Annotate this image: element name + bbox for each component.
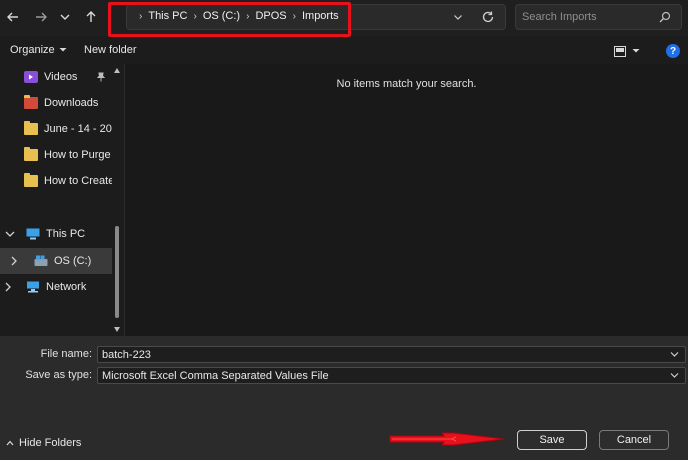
- save-type-label: Save as type:: [25, 369, 92, 381]
- search-input[interactable]: [522, 9, 652, 25]
- save-button[interactable]: Save: [517, 430, 587, 450]
- navigation-bar: › This PC › OS (C:) › DPOS › Imports: [0, 0, 688, 37]
- save-type-select[interactable]: Microsoft Excel Comma Separated Values F…: [97, 367, 686, 384]
- organize-button[interactable]: Organize: [10, 44, 67, 56]
- sidebar-item-this-pc[interactable]: This PC: [0, 221, 112, 247]
- sidebar-item-label: This PC: [46, 228, 86, 240]
- view-pane-icon: [614, 45, 626, 57]
- sidebar-item-label: June - 14 - 2025: [44, 123, 112, 135]
- chevron-down-icon: [59, 48, 67, 52]
- folder-icon: [24, 173, 38, 187]
- address-history-chevron-icon[interactable]: [453, 12, 463, 22]
- chevron-right-icon[interactable]: [8, 255, 20, 267]
- this-pc-icon: [26, 228, 40, 240]
- up-arrow-icon[interactable]: [80, 6, 102, 28]
- help-icon[interactable]: ?: [666, 44, 680, 58]
- red-arrow-annotation-icon: [389, 432, 505, 446]
- drive-icon: [34, 255, 48, 266]
- chevron-down-icon: [632, 49, 640, 53]
- sidebar-item-label: How to Create E: [44, 175, 112, 187]
- sidebar-item-how-to-purge[interactable]: How to Purge a: [0, 142, 112, 168]
- chevron-down-icon[interactable]: [670, 350, 679, 359]
- sidebar-item-downloads[interactable]: Downloads: [0, 90, 112, 116]
- chevron-down-icon[interactable]: [670, 371, 679, 380]
- pin-icon[interactable]: [97, 72, 105, 82]
- hide-folders-toggle[interactable]: Hide Folders: [6, 437, 81, 449]
- scroll-up-arrow-icon[interactable]: [114, 68, 120, 73]
- new-folder-button[interactable]: New folder: [84, 44, 137, 56]
- forward-arrow-icon[interactable]: [30, 6, 52, 28]
- empty-results-message: No items match your search.: [336, 78, 477, 90]
- navigation-pane: Videos Downloads June - 14 - 2025 How to…: [0, 64, 124, 336]
- search-box[interactable]: [515, 4, 682, 30]
- sidebar-item-videos[interactable]: Videos: [0, 64, 112, 90]
- refresh-icon[interactable]: [481, 10, 495, 24]
- scroll-down-arrow-icon[interactable]: [114, 327, 120, 332]
- save-panel: File name: Save as type: Microsoft Excel…: [0, 336, 688, 460]
- search-icon[interactable]: [659, 11, 671, 23]
- hide-folders-label: Hide Folders: [19, 437, 82, 449]
- sidebar-item-os-drive[interactable]: OS (C:): [0, 248, 112, 274]
- sidebar-scrollbar[interactable]: [112, 64, 122, 336]
- sidebar-item-label: OS (C:): [54, 255, 92, 267]
- sidebar-item-network[interactable]: Network: [0, 274, 112, 300]
- network-icon: [27, 281, 39, 293]
- save-type-value: Microsoft Excel Comma Separated Values F…: [102, 370, 329, 382]
- folder-icon: [24, 121, 38, 135]
- file-name-input[interactable]: [102, 348, 662, 361]
- organize-label: Organize: [10, 44, 55, 56]
- file-list-area[interactable]: No items match your search.: [124, 64, 688, 336]
- sidebar-item-how-to-create[interactable]: How to Create E: [0, 168, 112, 194]
- address-highlight-annotation: [108, 2, 351, 37]
- back-arrow-icon[interactable]: [2, 6, 24, 28]
- command-bar: Organize New folder: [0, 38, 688, 64]
- recent-locations-chevron-icon[interactable]: [54, 6, 76, 28]
- chevron-up-icon: [6, 440, 14, 446]
- videos-icon: [24, 71, 38, 83]
- downloads-folder-icon: [24, 95, 38, 109]
- sidebar-item-label: Videos: [44, 71, 78, 83]
- sidebar-item-june-14-2025[interactable]: June - 14 - 2025: [0, 116, 112, 142]
- new-folder-label: New folder: [84, 44, 137, 56]
- sidebar-item-label: Network: [46, 281, 87, 293]
- sidebar-item-label: How to Purge a: [44, 149, 112, 161]
- file-name-combobox[interactable]: [97, 346, 686, 363]
- chevron-right-icon[interactable]: [2, 281, 14, 293]
- cancel-button[interactable]: Cancel: [599, 430, 669, 450]
- file-name-label: File name:: [40, 348, 92, 360]
- change-view-button[interactable]: [614, 44, 644, 58]
- scrollbar-thumb[interactable]: [115, 226, 119, 318]
- chevron-down-icon[interactable]: [4, 230, 16, 238]
- folder-icon: [24, 147, 38, 161]
- sidebar-item-label: Downloads: [44, 97, 99, 109]
